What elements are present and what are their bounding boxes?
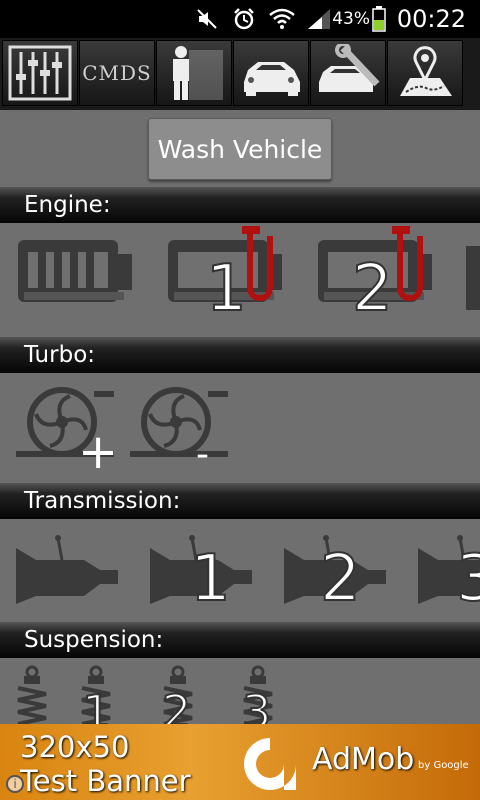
gearbox-icon: 1 <box>150 535 252 617</box>
engine-icon <box>466 246 480 310</box>
ad-by-google-text: by Google <box>418 760 469 771</box>
suspension-stage-1-option[interactable]: 1 <box>74 665 118 740</box>
mute-icon <box>196 0 218 38</box>
suspension-header: Suspension: <box>0 622 480 658</box>
cmds-label: CMDS <box>82 61 152 85</box>
engine-stock-option[interactable] <box>14 232 136 312</box>
transmission-stage-3-option[interactable]: 3 <box>416 534 480 617</box>
sliders-icon <box>8 45 72 101</box>
garage-tab[interactable] <box>310 40 386 106</box>
engine-turbo-icon: 2 <box>318 226 432 327</box>
status-bar: 43% 00:22 <box>0 0 480 38</box>
alarm-icon <box>232 0 256 38</box>
clock: 00:22 <box>396 5 466 33</box>
engine-header: Engine: <box>0 187 480 223</box>
ad-size-text: 320x50 <box>20 730 130 764</box>
turbo-add-label: + <box>78 424 118 480</box>
engine-turbo-icon: 1 <box>168 226 282 327</box>
ad-brand-text: AdMob <box>312 742 415 777</box>
car-wrench-icon <box>319 44 380 92</box>
suspension-stock-option[interactable] <box>12 665 52 726</box>
transmission-stock-option[interactable] <box>14 534 124 604</box>
driver-tab[interactable] <box>156 40 232 106</box>
admob-logo-icon <box>244 738 296 790</box>
engine-stage-label: 1 <box>206 252 247 326</box>
gearbox-icon: 3 <box>418 535 480 617</box>
turbo-remove-option[interactable]: - <box>128 382 232 475</box>
engine-stage-label: 2 <box>352 252 393 326</box>
ad-title-text: Test Banner <box>20 764 191 798</box>
spring-icon: 2 <box>161 665 193 740</box>
turbo-header: Turbo: <box>0 337 480 373</box>
transmission-stage-1-option[interactable]: 1 <box>148 534 258 617</box>
turbo-add-option[interactable]: + <box>14 382 118 480</box>
battery-percent: 43% <box>332 9 370 29</box>
wifi-icon <box>268 0 296 38</box>
transmission-stage-label: 1 <box>190 542 231 616</box>
ad-info-icon[interactable]: i <box>6 775 24 793</box>
engine-more-option[interactable] <box>462 246 480 312</box>
transmission-stage-2-option[interactable]: 2 <box>282 534 392 617</box>
commands-tab[interactable]: CMDS <box>79 40 155 106</box>
person-motion-icon <box>173 46 223 100</box>
car-icon <box>244 62 300 96</box>
engine-stage-2-option[interactable]: 2 <box>314 226 436 327</box>
turbo-icon: - <box>130 387 228 475</box>
gearbox-icon: 2 <box>284 535 386 617</box>
transmission-stage-label: 2 <box>320 542 361 616</box>
turbo-remove-label: - <box>196 434 209 475</box>
engine-icon <box>18 240 132 302</box>
spring-icon: 1 <box>81 665 112 740</box>
spring-icon: 3 <box>241 665 273 740</box>
ad-banner[interactable]: 320x50 Test Banner AdMob by Google i <box>0 724 480 800</box>
turbo-icon: + <box>16 387 118 480</box>
spring-icon <box>17 665 47 726</box>
battery-icon <box>372 0 386 38</box>
car-tab[interactable] <box>233 40 309 106</box>
map-pin-icon <box>400 46 452 96</box>
transmission-stage-label: 3 <box>456 542 480 616</box>
suspension-stage-3-option[interactable]: 3 <box>236 665 280 740</box>
wash-vehicle-button[interactable]: Wash Vehicle <box>148 118 332 180</box>
gearbox-icon <box>16 535 118 604</box>
map-tab[interactable] <box>387 40 463 106</box>
transmission-header: Transmission: <box>0 483 480 519</box>
signal-icon <box>306 0 332 38</box>
tuning-tab[interactable] <box>2 40 78 106</box>
toolbar: CMDS <box>0 38 480 110</box>
suspension-stage-2-option[interactable]: 2 <box>156 665 200 740</box>
engine-stage-1-option[interactable]: 1 <box>164 226 286 327</box>
